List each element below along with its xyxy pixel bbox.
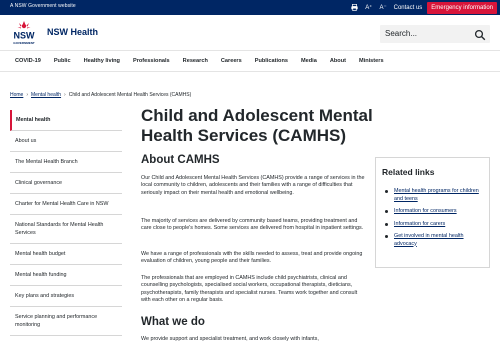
nsw-government-logo[interactable]: NSW GOVERNMENT — [11, 19, 37, 47]
nav-item-healthy-living[interactable]: Healthy living — [84, 58, 120, 64]
bullet-icon — [385, 235, 388, 238]
related-links-title: Related links — [382, 167, 435, 177]
about-heading: About CAMHS — [141, 154, 220, 166]
nav-item-media[interactable]: Media — [301, 58, 317, 64]
bullet-icon — [385, 190, 388, 193]
nav-item-public[interactable]: Public — [54, 58, 71, 64]
sidebar-item-service-planning[interactable]: Service planning and performance monitor… — [10, 307, 122, 336]
printer-icon[interactable] — [351, 4, 358, 11]
nav-item-about[interactable]: About — [330, 58, 346, 64]
breadcrumb: Home › Mental health › Child and Adolesc… — [10, 92, 191, 98]
sidebar-item-mental-health-branch[interactable]: The Mental Health Branch — [10, 152, 122, 173]
chevron-right-icon: › — [26, 92, 29, 98]
search-icon[interactable] — [474, 28, 486, 41]
top-strip: A NSW Government website A⁺ A⁻ Contact u… — [0, 0, 500, 15]
font-increase-button[interactable]: A⁺ — [365, 4, 372, 11]
utility-tools: A⁺ A⁻ Contact us Emergency information — [351, 0, 500, 15]
breadcrumb-mental-health[interactable]: Mental health — [31, 92, 61, 98]
sidebar-item-about-us[interactable]: About us — [10, 131, 122, 152]
main-navigation: COVID-19 Public Healthy living Professio… — [0, 50, 500, 72]
search-box[interactable]: Search... — [380, 25, 490, 43]
breadcrumb-current: Child and Adolescent Mental Health Servi… — [68, 92, 192, 98]
related-link-carers[interactable]: Information for carers — [394, 221, 445, 227]
page-title: Child and Adolescent Mental Health Servi… — [141, 106, 373, 145]
paragraph-services: The majority of services are delivered b… — [141, 218, 364, 232]
nav-item-ministers[interactable]: Ministers — [359, 58, 384, 64]
related-link-item: Mental health programs for children and … — [384, 188, 486, 203]
sidebar-item-charter[interactable]: Charter for Mental Health Care in NSW — [10, 194, 122, 215]
related-link-item: Information for carers — [384, 221, 486, 229]
logo-subtext: GOVERNMENT — [13, 41, 35, 45]
sidebar-item-national-standards[interactable]: National Standards for Mental Health Ser… — [10, 215, 122, 244]
logo-text: NSW — [14, 31, 36, 41]
emergency-information-button[interactable]: Emergency information — [427, 1, 497, 14]
chevron-right-icon: › — [64, 92, 66, 98]
sidebar-item-budget[interactable]: Mental health budget — [10, 244, 122, 265]
sidebar-item-key-plans[interactable]: Key plans and strategies — [10, 286, 122, 307]
sidebar-item-mental-health[interactable]: Mental health — [10, 110, 122, 131]
sidebar-item-clinical-governance[interactable]: Clinical governance — [10, 173, 122, 194]
site-header: NSW GOVERNMENT NSW Health Search... — [0, 15, 500, 49]
font-decrease-button[interactable]: A⁻ — [379, 4, 386, 11]
related-link-item: Get involved in mental health advocacy — [384, 233, 486, 248]
related-link-item: Information for consumers — [384, 208, 486, 216]
site-name[interactable]: NSW Health — [47, 27, 98, 37]
related-links-panel: Related links Mental health programs for… — [375, 157, 490, 268]
what-we-do-heading: What we do — [141, 316, 205, 328]
paragraph-staff: The professionals that are employed in C… — [141, 275, 358, 304]
nav-item-publications[interactable]: Publications — [255, 58, 288, 64]
government-label: A NSW Government website — [10, 3, 76, 9]
paragraph-what-we-do: We provide support and specialist treatm… — [141, 336, 319, 342]
related-link-consumers[interactable]: Information for consumers — [394, 208, 457, 214]
bullet-icon — [385, 210, 388, 213]
paragraph-intro: Our Child and Adolescent Mental Health S… — [141, 175, 365, 196]
sidebar-navigation: Mental health About us The Mental Health… — [10, 110, 122, 336]
breadcrumb-home[interactable]: Home — [10, 92, 23, 98]
search-input[interactable]: Search... — [385, 29, 417, 38]
nav-item-careers[interactable]: Careers — [221, 58, 242, 64]
related-link-advocacy[interactable]: Get involved in mental health advocacy — [394, 233, 464, 247]
nav-item-professionals[interactable]: Professionals — [133, 58, 170, 64]
contact-us-link[interactable]: Contact us — [394, 5, 423, 11]
nav-item-research[interactable]: Research — [183, 58, 208, 64]
related-link-programs[interactable]: Mental health programs for children and … — [394, 188, 479, 202]
bullet-icon — [385, 222, 388, 226]
sidebar-item-funding[interactable]: Mental health funding — [10, 265, 122, 286]
nav-item-covid-19[interactable]: COVID-19 — [15, 58, 41, 64]
paragraph-professionals: We have a range of professionals with th… — [141, 251, 363, 265]
